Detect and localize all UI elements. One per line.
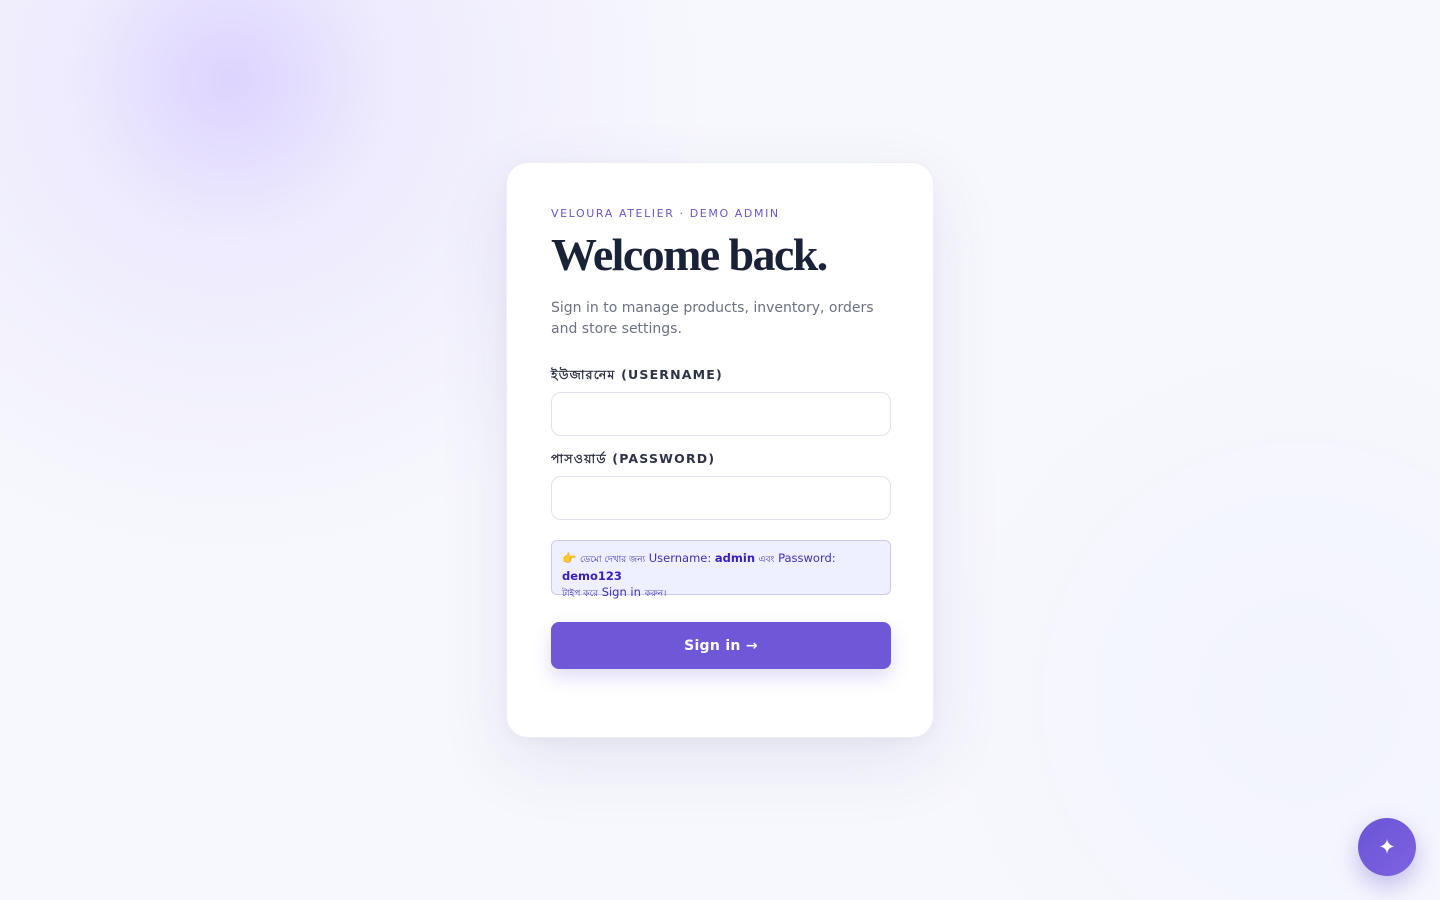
pointing-hand-icon: 👉 [562, 551, 577, 565]
password-field[interactable] [551, 476, 891, 520]
page-subtitle: Sign in to manage products, inventory, o… [551, 300, 874, 337]
hint-text: ডেমো দেখার জন্য [579, 555, 646, 565]
assistant-button[interactable]: ✦ [1358, 818, 1416, 876]
sparkle-icon: ✦ [1378, 835, 1396, 859]
hint-text: Password: [778, 551, 836, 565]
demo-password: demo123 [562, 569, 622, 583]
hint-text: এবং [758, 555, 775, 565]
hint-text: Sign in [601, 585, 641, 599]
page-title: Welcome back. [551, 229, 828, 280]
hint-text: করুন। [644, 589, 667, 599]
username-field[interactable] [551, 392, 891, 436]
username-label: ইউজারনেম (USERNAME) [551, 367, 723, 382]
brand-eyebrow: VELOURA ATELIER · DEMO ADMIN [551, 207, 780, 220]
login-form: ইউজারনেম (USERNAME) পাসওয়ার্ড (PASSWORD… [551, 367, 891, 669]
sign-in-button[interactable]: Sign in → [551, 622, 891, 669]
demo-username: admin [714, 551, 756, 565]
password-label: পাসওয়ার্ড (PASSWORD) [551, 451, 716, 466]
login-card: VELOURA ATELIER · DEMO ADMIN Welcome bac… [506, 162, 934, 738]
hint-text: টাইপ করে [562, 589, 599, 599]
hint-text: Username: [648, 551, 712, 565]
demo-credentials-hint: 👉 ডেমো দেখার জন্য Username: admin এবং Pa… [551, 540, 891, 599]
